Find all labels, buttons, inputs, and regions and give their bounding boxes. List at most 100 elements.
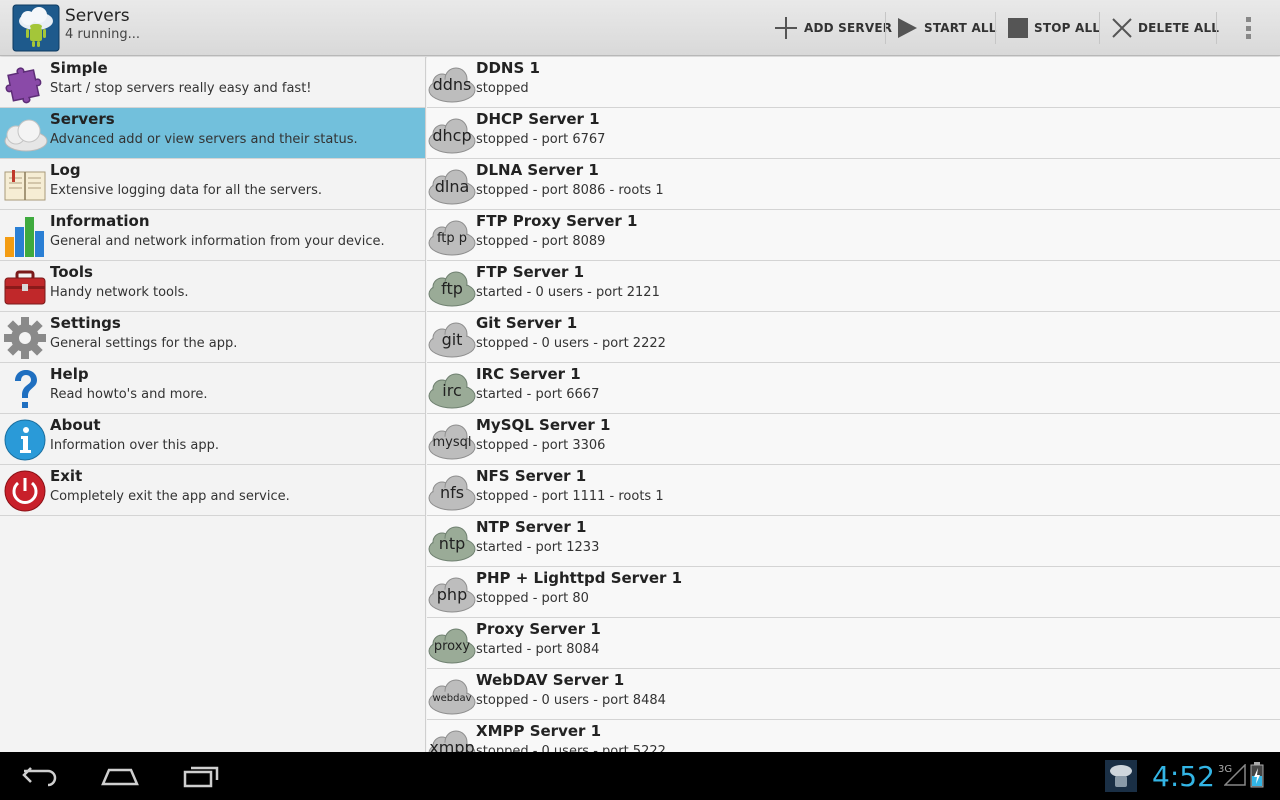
server-status: stopped - 0 users - port 2222 xyxy=(476,336,666,351)
server-type-badge: dlna xyxy=(434,177,470,196)
server-status: stopped - port 8086 - roots 1 xyxy=(476,183,664,198)
server-row[interactable]: xmpp XMPP Server 1 stopped - 0 users - por… xyxy=(427,720,1280,752)
home-icon[interactable] xyxy=(100,762,140,790)
stop-all-label: STOP ALL xyxy=(1034,21,1101,35)
server-row[interactable]: dlna DLNA Server 1 stopped - port 8086 - r… xyxy=(427,159,1280,210)
bar-chart-icon xyxy=(5,217,44,257)
info-icon xyxy=(4,419,46,461)
app-notification-icon[interactable] xyxy=(1105,760,1137,792)
menu-item-log[interactable]: Log Extensive logging data for all the s… xyxy=(0,159,425,210)
menu-item-title: About xyxy=(50,416,101,434)
server-row[interactable]: proxy Proxy Server 1 started - port 8084 xyxy=(427,618,1280,669)
server-status: stopped - port 3306 xyxy=(476,438,606,453)
server-type-badge: git xyxy=(441,330,463,349)
menu-item-simple[interactable]: Simple Start / stop servers really easy … xyxy=(0,57,425,108)
server-status: stopped - 0 users - port 5222 xyxy=(476,744,666,752)
server-name: XMPP Server 1 xyxy=(476,722,602,740)
server-row[interactable]: mysql MySQL Server 1 stopped - port 3306 xyxy=(427,414,1280,465)
server-name: NFS Server 1 xyxy=(476,467,587,485)
add-server-button[interactable]: ADD SERVER xyxy=(774,12,892,44)
menu-item-title: Tools xyxy=(50,263,93,281)
menu-item-title: Help xyxy=(50,365,89,383)
power-icon xyxy=(4,470,46,512)
server-row[interactable]: ddns DDNS 1 stopped xyxy=(427,57,1280,108)
server-type-badge: mysql xyxy=(432,435,472,450)
menu-item-information[interactable]: Information General and network informat… xyxy=(0,210,425,261)
menu-item-title: Simple xyxy=(50,59,108,77)
menu-item-exit[interactable]: Exit Completely exit the app and service… xyxy=(0,465,425,516)
app-logo-icon[interactable] xyxy=(12,4,60,52)
recent-apps-icon[interactable] xyxy=(182,762,220,790)
toolbox-icon xyxy=(4,270,46,305)
menu-item-desc: Advanced add or view servers and their s… xyxy=(50,132,358,147)
divider xyxy=(1099,12,1100,44)
menu-item-title: Log xyxy=(50,161,81,179)
server-name: Git Server 1 xyxy=(476,314,578,332)
server-row[interactable]: webdav WebDAV Server 1 stopped - 0 users -… xyxy=(427,669,1280,720)
menu-item-servers[interactable]: Servers Advanced add or view servers and… xyxy=(0,108,425,159)
server-list[interactable]: ddns DDNS 1 stopped dhcp DHCP Server 1 stoppe… xyxy=(427,57,1280,752)
system-navigation-bar: 4:52 3G xyxy=(0,752,1280,800)
back-icon[interactable] xyxy=(22,762,58,790)
status-clock[interactable]: 4:52 xyxy=(1152,760,1215,793)
battery-charging-icon xyxy=(1250,762,1264,788)
server-status: stopped - port 8089 xyxy=(476,234,606,249)
server-name: FTP Proxy Server 1 xyxy=(476,212,638,230)
menu-item-desc: Completely exit the app and service. xyxy=(50,489,290,504)
server-status: stopped - 0 users - port 8484 xyxy=(476,693,666,708)
server-row[interactable]: irc IRC Server 1 started - port 6667 xyxy=(427,363,1280,414)
menu-item-title: Information xyxy=(50,212,150,230)
server-status: stopped xyxy=(476,81,529,96)
action-bar: Servers 4 running... ADD SERVER START AL… xyxy=(0,0,1280,56)
server-row[interactable]: ftp p FTP Proxy Server 1 stopped - port 80… xyxy=(427,210,1280,261)
divider xyxy=(995,12,996,44)
navigation-menu: Simple Start / stop servers really easy … xyxy=(0,57,426,752)
start-all-button[interactable]: START ALL xyxy=(896,12,997,44)
delete-all-button[interactable]: DELETE ALL xyxy=(1112,12,1219,44)
server-type-badge: ftp xyxy=(441,279,463,298)
server-row[interactable]: php PHP + Lighttpd Server 1 stopped - port… xyxy=(427,567,1280,618)
delete-all-label: DELETE ALL xyxy=(1138,21,1220,35)
server-type-badge: ddns xyxy=(432,75,472,94)
stop-icon xyxy=(1008,18,1028,38)
start-all-label: START ALL xyxy=(924,21,997,35)
server-row[interactable]: nfs NFS Server 1 stopped - port 1111 - roo… xyxy=(427,465,1280,516)
server-name: Proxy Server 1 xyxy=(476,620,601,638)
server-name: IRC Server 1 xyxy=(476,365,581,383)
server-row[interactable]: ntp NTP Server 1 started - port 1233 xyxy=(427,516,1280,567)
overflow-menu-icon[interactable] xyxy=(1238,14,1258,42)
server-row[interactable]: dhcp DHCP Server 1 stopped - port 6767 xyxy=(427,108,1280,159)
server-name: WebDAV Server 1 xyxy=(476,671,625,689)
puzzle-icon xyxy=(5,67,42,104)
menu-item-title: Servers xyxy=(50,110,115,128)
add-server-label: ADD SERVER xyxy=(804,21,893,35)
menu-item-title: Exit xyxy=(50,467,83,485)
server-status: started - port 8084 xyxy=(476,642,600,657)
server-type-badge: ftp p xyxy=(436,231,468,246)
question-icon xyxy=(15,370,37,408)
server-row[interactable]: git Git Server 1 stopped - 0 users - port … xyxy=(427,312,1280,363)
menu-item-desc: Read howto's and more. xyxy=(50,387,208,402)
server-status: stopped - port 80 xyxy=(476,591,589,606)
menu-item-about[interactable]: About Information over this app. xyxy=(0,414,425,465)
menu-item-desc: Handy network tools. xyxy=(50,285,189,300)
menu-item-settings[interactable]: Settings General settings for the app. xyxy=(0,312,425,363)
server-name: FTP Server 1 xyxy=(476,263,585,281)
signal-icon xyxy=(1224,764,1246,786)
app-subtitle: 4 running... xyxy=(65,27,140,42)
cloud-icon xyxy=(4,119,48,152)
server-name: DLNA Server 1 xyxy=(476,161,599,179)
server-row[interactable]: ftp FTP Server 1 started - 0 users - port … xyxy=(427,261,1280,312)
menu-item-desc: Extensive logging data for all the serve… xyxy=(50,183,323,198)
server-type-badge: xmpp xyxy=(429,738,475,752)
menu-item-title: Settings xyxy=(50,314,121,332)
menu-item-desc: Information over this app. xyxy=(50,438,219,453)
plus-icon xyxy=(775,17,797,39)
menu-item-help[interactable]: Help Read howto's and more. xyxy=(0,363,425,414)
server-type-badge: dhcp xyxy=(432,126,472,145)
stop-all-button[interactable]: STOP ALL xyxy=(1008,12,1100,44)
book-icon xyxy=(4,170,46,201)
server-status: started - port 1233 xyxy=(476,540,600,555)
menu-item-tools[interactable]: Tools Handy network tools. xyxy=(0,261,425,312)
play-icon xyxy=(898,18,917,38)
